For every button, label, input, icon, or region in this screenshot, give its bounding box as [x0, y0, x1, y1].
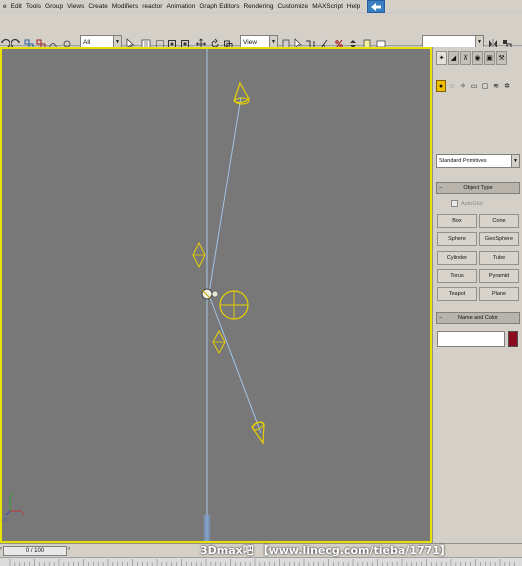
menu-maxscript[interactable]: MAXScript	[310, 3, 345, 10]
object-type-rollout-header[interactable]: − Object Type	[436, 182, 520, 194]
name-color-title: Name and Color	[457, 315, 499, 321]
ref-coord-value: View	[243, 39, 257, 46]
cameras-category-icon[interactable]: ▭	[469, 80, 479, 92]
checkbox-icon	[451, 200, 458, 207]
geosphere-button[interactable]: GeoSphere	[479, 232, 519, 246]
torus-button[interactable]: Torus	[437, 269, 477, 283]
name-color-rollout-header[interactable]: − Name and Color	[436, 312, 520, 324]
main-toolbar: All ▼ View ▼ ▼	[0, 13, 522, 50]
menu-reactor[interactable]: reactor	[140, 3, 164, 10]
svg-text:x: x	[22, 511, 25, 517]
menu-bar: e Edit Tools Group Views Create Modifier…	[0, 0, 522, 12]
menu-animation[interactable]: Animation	[164, 3, 197, 10]
autogrid-checkbox[interactable]: AutoGrid	[451, 200, 483, 207]
autogrid-label: AutoGrid	[461, 200, 483, 207]
omni-light-object[interactable]	[201, 288, 219, 300]
systems-category-icon[interactable]: ✲	[502, 80, 512, 92]
menu-edit[interactable]: Edit	[9, 3, 24, 10]
pyramid-button[interactable]: Pyramid	[479, 269, 519, 283]
menu-graph-editors[interactable]: Graph Editors	[197, 3, 241, 10]
create-category-icons: ● ◌ ✧ ▭ ▢ ≋ ✲	[436, 80, 520, 94]
light-target-line-top	[208, 96, 242, 294]
collapse-icon: −	[439, 185, 443, 191]
object-name-field[interactable]	[437, 331, 505, 347]
object-color-swatch[interactable]	[508, 331, 518, 347]
track-bar[interactable]	[0, 557, 522, 566]
menu-file[interactable]: e	[1, 3, 9, 10]
svg-text:z: z	[4, 517, 7, 523]
light-target-line-bottom	[208, 294, 262, 434]
display-tab-icon[interactable]: ▣	[484, 51, 495, 65]
tube-button[interactable]: Tube	[479, 251, 519, 265]
menu-tools[interactable]: Tools	[24, 3, 43, 10]
plane-button[interactable]: Plane	[479, 287, 519, 301]
hierarchy-tab-icon[interactable]: ⊼	[460, 51, 471, 65]
create-tab-icon[interactable]: ✦	[436, 51, 447, 65]
cone-button[interactable]: Cone	[479, 214, 519, 228]
menu-group[interactable]: Group	[43, 3, 65, 10]
max-window: e Edit Tools Group Views Create Modifier…	[0, 0, 522, 566]
watermark-text: 3Dmax吧 【www.linecg.com/tieba/1771】	[200, 544, 451, 557]
track-ticks	[9, 559, 515, 566]
target-diamond-lower[interactable]	[212, 329, 226, 355]
spotlight-top-icon[interactable]	[233, 81, 250, 105]
primitive-category-dropdown[interactable]: Standard Primitives ▼	[436, 154, 520, 168]
motion-tab-icon[interactable]: ◉	[472, 51, 483, 65]
cylinder-button[interactable]: Cylinder	[437, 251, 477, 265]
collapse-icon: −	[439, 315, 443, 321]
selection-filter-value: All	[83, 39, 91, 46]
menu-views[interactable]: Views	[65, 3, 86, 10]
next-frame-icon[interactable]: ›	[68, 546, 73, 556]
axis-tripod: y x z	[4, 491, 25, 523]
command-panel-tabs: ✦ ◢ ⊼ ◉ ▣ ⚒	[436, 51, 520, 65]
menu-modifiers[interactable]: Modifiers	[110, 3, 140, 10]
menu-customize[interactable]: Customize	[275, 3, 310, 10]
menu-rendering[interactable]: Rendering	[241, 3, 275, 10]
utilities-tab-icon[interactable]: ⚒	[496, 51, 507, 65]
chevron-down-icon: ▼	[511, 155, 519, 167]
object-type-title: Object Type	[463, 185, 493, 191]
sphere-button[interactable]: Sphere	[437, 232, 477, 246]
menu-create[interactable]: Create	[86, 3, 110, 10]
shapes-category-icon[interactable]: ◌	[447, 80, 457, 92]
time-slider[interactable]: 0 / 100	[3, 546, 67, 556]
svg-text:y: y	[11, 491, 14, 497]
spacewarps-category-icon[interactable]: ≋	[491, 80, 501, 92]
teapot-button[interactable]: Teapot	[437, 287, 477, 301]
helpers-category-icon[interactable]: ▢	[480, 80, 490, 92]
modify-tab-icon[interactable]: ◢	[448, 51, 459, 65]
primitive-category-value: Standard Primitives	[439, 158, 487, 164]
lights-category-icon[interactable]: ✧	[458, 80, 468, 92]
target-circle-gizmo[interactable]	[219, 290, 249, 320]
cursor-arrow-icon	[367, 0, 385, 13]
box-button[interactable]: Box	[437, 214, 477, 228]
axis-marker	[204, 515, 210, 541]
menu-help[interactable]: Help	[345, 3, 362, 10]
prev-frame-icon[interactable]: ‹	[0, 546, 3, 556]
target-diamond-upper[interactable]	[192, 241, 206, 269]
command-panel: ✦ ◢ ⊼ ◉ ▣ ⚒ ● ◌ ✧ ▭ ▢ ≋ ✲ Standard Primi…	[432, 47, 522, 543]
perspective-viewport[interactable]: y x z	[0, 47, 432, 543]
geometry-category-icon[interactable]: ●	[436, 80, 446, 92]
viewport-scene: y x z	[4, 49, 265, 541]
